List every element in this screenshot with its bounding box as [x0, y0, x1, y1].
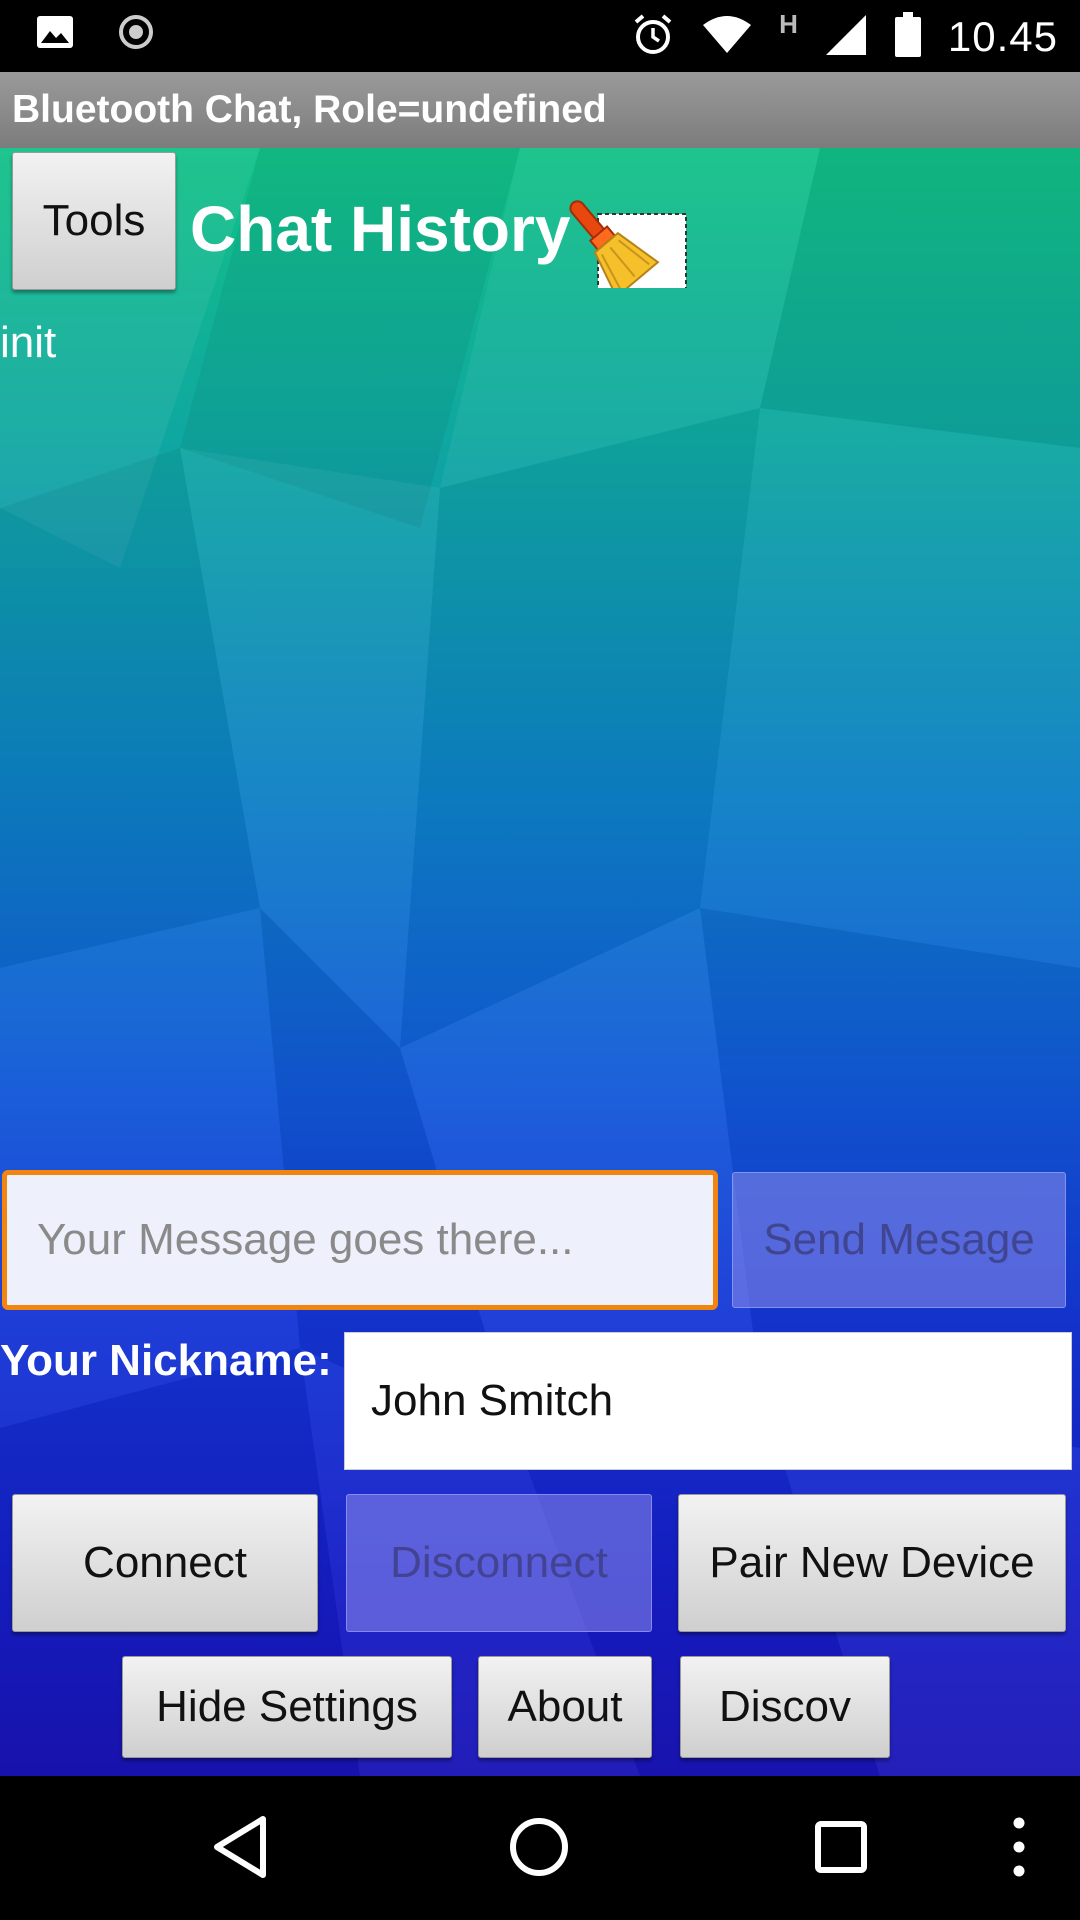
connect-button[interactable]: Connect [12, 1494, 318, 1632]
back-icon[interactable] [196, 1802, 286, 1892]
send-message-button[interactable]: Send Mesage [732, 1172, 1066, 1308]
wifi-icon [701, 15, 753, 60]
discover-button-label: Discov [718, 1682, 852, 1731]
about-button-label: About [507, 1682, 623, 1731]
app-title-bar: Bluetooth Chat, Role=undefined [0, 72, 1080, 148]
tools-button-label: Tools [42, 196, 146, 245]
message-input[interactable] [2, 1170, 718, 1310]
battery-icon [894, 11, 922, 63]
navigation-bar [0, 1776, 1080, 1920]
send-message-button-label: Send Mesage [763, 1215, 1035, 1264]
chat-log: init [0, 318, 57, 367]
main-content: Tools Chat History init Send Mesage [0, 148, 1080, 1776]
screen: H 10.45 Bluetooth Chat, Role=undefined T… [0, 0, 1080, 1920]
pair-new-device-button-label: Pair New Device [709, 1538, 1035, 1587]
pair-new-device-button[interactable]: Pair New Device [678, 1494, 1066, 1632]
nickname-label: Your Nickname: [0, 1336, 332, 1385]
sync-icon [118, 14, 154, 55]
status-bar: H 10.45 [0, 0, 1080, 72]
image-icon [36, 15, 74, 54]
disconnect-button-label: Disconnect [390, 1538, 608, 1587]
discover-button[interactable]: Discov [680, 1656, 890, 1758]
chat-history-title: Chat History [190, 193, 571, 265]
disconnect-button[interactable]: Disconnect [346, 1494, 652, 1632]
hide-settings-button-label: Hide Settings [156, 1682, 418, 1731]
overflow-menu-icon[interactable] [974, 1802, 1064, 1892]
recents-icon[interactable] [796, 1802, 886, 1892]
about-button[interactable]: About [478, 1656, 652, 1758]
network-type-label: H [779, 8, 798, 39]
app-title: Bluetooth Chat, Role=undefined [12, 88, 607, 131]
status-bar-right: H 10.45 [631, 8, 1058, 66]
signal-icon [824, 13, 868, 62]
home-icon[interactable] [494, 1802, 584, 1892]
tools-button[interactable]: Tools [12, 152, 176, 290]
hide-settings-button[interactable]: Hide Settings [122, 1656, 452, 1758]
nickname-input[interactable] [344, 1332, 1072, 1470]
connect-button-label: Connect [83, 1538, 247, 1587]
broom-icon[interactable] [564, 168, 694, 299]
status-bar-left [36, 14, 154, 55]
alarm-icon [631, 13, 675, 62]
status-time: 10.45 [947, 13, 1058, 60]
